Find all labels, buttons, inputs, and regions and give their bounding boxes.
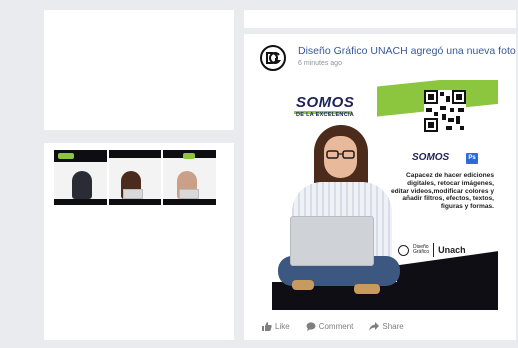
post-timestamp[interactable]: 6 minutes ago [298,60,342,67]
thumbnail-3[interactable] [163,150,217,205]
dg-logo-icon [266,52,282,64]
shoe-right [354,284,380,294]
flyer-logos: Diseño Gráfico Unach [398,243,466,257]
post-actions: Like Comment Share [262,322,404,331]
page-avatar[interactable] [260,45,286,71]
feed-card-top-left [44,10,234,130]
flyer-brand-title: SOMOS [296,94,355,111]
glasses-icon [326,150,355,159]
unach-logo-text: Unach [438,245,466,255]
shoe-left [292,280,314,290]
like-label: Like [275,322,290,331]
comment-label: Comment [318,322,354,331]
flyer-description: Capacez de hacer ediciones digitales, re… [391,172,494,211]
comment-button[interactable]: Comment [306,322,354,331]
like-button[interactable]: Like [262,322,290,331]
feed-card-top-right [244,10,516,28]
thumbnail-strip [54,150,217,205]
post-image[interactable]: SOMOS DE LA EXCELENCIA SOMOS Ps Capacez … [272,80,498,310]
logo-divider [433,243,435,257]
share-icon [369,322,380,331]
like-icon [262,322,272,331]
dg-logo-icon [398,244,409,256]
somos-label: SOMOS [412,152,450,163]
share-button[interactable]: Share [369,322,404,331]
thumbnail-2[interactable] [108,150,162,205]
qr-code-icon [424,90,466,132]
comment-icon [306,322,316,331]
flyer-brand-subtitle: DE LA EXCELENCIA [296,112,355,118]
thumbnail-1[interactable] [54,150,107,205]
post-author-line[interactable]: Diseño Gráfico UNACH agregó una nueva fo… [298,45,516,57]
laptop [290,216,374,266]
photoshop-badge: Ps [466,153,478,164]
share-label: Share [382,322,404,331]
dg-logo-text: Diseño Gráfico [413,243,430,255]
